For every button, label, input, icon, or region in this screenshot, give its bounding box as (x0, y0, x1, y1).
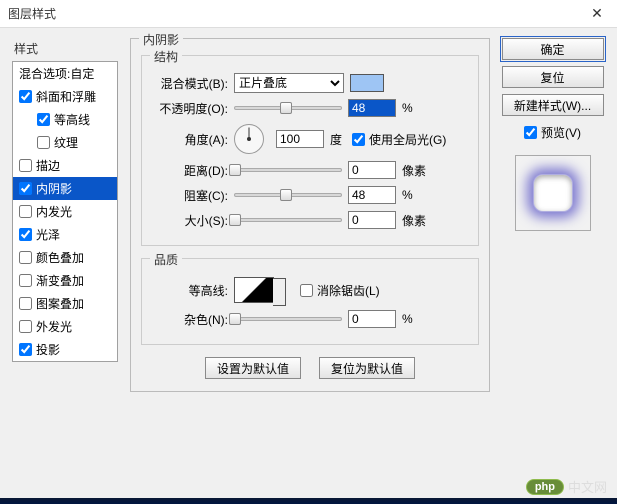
size-unit: 像素 (402, 212, 426, 229)
blend-mode-select[interactable]: 正片叠底 (234, 73, 344, 93)
style-item-checkbox[interactable] (37, 113, 50, 126)
distance-slider[interactable] (234, 168, 342, 172)
taskbar-strip (0, 498, 617, 504)
noise-unit: % (402, 312, 413, 326)
choke-label: 阻塞(C): (152, 187, 234, 204)
style-item[interactable]: 纹理 (13, 131, 117, 154)
contour-picker[interactable] (234, 277, 274, 303)
size-slider[interactable] (234, 218, 342, 222)
angle-label: 角度(A): (152, 131, 234, 148)
choke-input[interactable] (348, 186, 396, 204)
set-default-button[interactable]: 设置为默认值 (205, 357, 301, 379)
shadow-color-swatch[interactable] (350, 74, 384, 92)
style-item[interactable]: 外发光 (13, 315, 117, 338)
style-item-label: 描边 (36, 157, 60, 174)
style-item[interactable]: 描边 (13, 154, 117, 177)
style-item[interactable]: 渐变叠加 (13, 269, 117, 292)
inner-shadow-group: 内阴影 结构 混合模式(B): 正片叠底 不透明度(O): (130, 38, 490, 392)
noise-label: 杂色(N): (152, 311, 234, 328)
style-item-checkbox[interactable] (19, 90, 32, 103)
opacity-label: 不透明度(O): (152, 100, 234, 117)
ok-button[interactable]: 确定 (502, 38, 604, 60)
style-item[interactable]: 光泽 (13, 223, 117, 246)
style-item-checkbox[interactable] (19, 228, 32, 241)
global-light-label: 使用全局光(G) (369, 131, 446, 148)
style-item[interactable]: 投影 (13, 338, 117, 361)
window-title: 图层样式 (8, 5, 577, 22)
angle-dial[interactable] (234, 124, 264, 154)
style-item-label: 混合选项:自定 (19, 65, 94, 82)
style-item-checkbox[interactable] (19, 205, 32, 218)
reset-default-button[interactable]: 复位为默认值 (319, 357, 415, 379)
global-light-checkbox[interactable]: 使用全局光(G) (352, 131, 446, 148)
style-item[interactable]: 斜面和浮雕 (13, 85, 117, 108)
opacity-unit: % (402, 101, 413, 115)
styles-panel: 样式 混合选项:自定斜面和浮雕等高线纹理描边内阴影内发光光泽颜色叠加渐变叠加图案… (12, 38, 120, 492)
style-item-checkbox[interactable] (19, 182, 32, 195)
style-item-label: 光泽 (36, 226, 60, 243)
blend-mode-label: 混合模式(B): (152, 75, 234, 92)
preview-shape (533, 174, 573, 212)
contour-label: 等高线: (152, 282, 234, 299)
antialias-checkbox[interactable]: 消除锯齿(L) (300, 282, 380, 299)
inner-shadow-title: 内阴影 (139, 31, 183, 48)
distance-input[interactable] (348, 161, 396, 179)
style-item-checkbox[interactable] (37, 136, 50, 149)
watermark-text: 中文网 (568, 477, 607, 496)
structure-group: 结构 混合模式(B): 正片叠底 不透明度(O): % (141, 55, 479, 246)
angle-unit: 度 (330, 131, 342, 148)
style-item[interactable]: 混合选项:自定 (13, 62, 117, 85)
quality-legend: 品质 (150, 251, 182, 268)
style-item-label: 投影 (36, 341, 60, 358)
style-item[interactable]: 内发光 (13, 200, 117, 223)
style-item-label: 外发光 (36, 318, 72, 335)
reset-button[interactable]: 复位 (502, 66, 604, 88)
style-item-label: 纹理 (54, 134, 78, 151)
styles-header: 样式 (12, 38, 120, 61)
angle-input[interactable] (276, 130, 324, 148)
style-item[interactable]: 颜色叠加 (13, 246, 117, 269)
style-item-label: 颜色叠加 (36, 249, 84, 266)
structure-legend: 结构 (150, 48, 182, 65)
style-item-checkbox[interactable] (19, 159, 32, 172)
size-label: 大小(S): (152, 212, 234, 229)
noise-input[interactable] (348, 310, 396, 328)
style-item[interactable]: 等高线 (13, 108, 117, 131)
new-style-button[interactable]: 新建样式(W)... (502, 94, 604, 116)
style-item-label: 内阴影 (36, 180, 72, 197)
choke-unit: % (402, 188, 413, 202)
style-item-label: 图案叠加 (36, 295, 84, 312)
style-item-checkbox[interactable] (19, 297, 32, 310)
antialias-label: 消除锯齿(L) (317, 282, 380, 299)
distance-unit: 像素 (402, 162, 426, 179)
style-item[interactable]: 图案叠加 (13, 292, 117, 315)
style-item[interactable]: 内阴影 (13, 177, 117, 200)
close-button[interactable]: ✕ (577, 0, 617, 28)
style-item-label: 渐变叠加 (36, 272, 84, 289)
style-item-label: 斜面和浮雕 (36, 88, 96, 105)
choke-slider[interactable] (234, 193, 342, 197)
watermark: php 中文网 (526, 477, 607, 496)
noise-slider[interactable] (234, 317, 342, 321)
distance-label: 距离(D): (152, 162, 234, 179)
preview-checkbox[interactable]: 预览(V) (524, 124, 581, 141)
watermark-pill: php (526, 479, 564, 495)
close-icon: ✕ (591, 5, 603, 22)
preview-swatch (515, 155, 591, 231)
opacity-input[interactable] (348, 99, 396, 117)
style-item-label: 等高线 (54, 111, 90, 128)
quality-group: 品质 等高线: 消除锯齿(L) 杂色(N): % (141, 258, 479, 345)
style-item-checkbox[interactable] (19, 251, 32, 264)
styles-list: 混合选项:自定斜面和浮雕等高线纹理描边内阴影内发光光泽颜色叠加渐变叠加图案叠加外… (12, 61, 118, 362)
titlebar: 图层样式 ✕ (0, 0, 617, 28)
style-item-checkbox[interactable] (19, 320, 32, 333)
style-item-checkbox[interactable] (19, 343, 32, 356)
style-item-label: 内发光 (36, 203, 72, 220)
opacity-slider[interactable] (234, 106, 342, 110)
preview-label: 预览(V) (541, 124, 581, 141)
style-item-checkbox[interactable] (19, 274, 32, 287)
right-panel: 确定 复位 新建样式(W)... 预览(V) (500, 38, 605, 492)
size-input[interactable] (348, 211, 396, 229)
